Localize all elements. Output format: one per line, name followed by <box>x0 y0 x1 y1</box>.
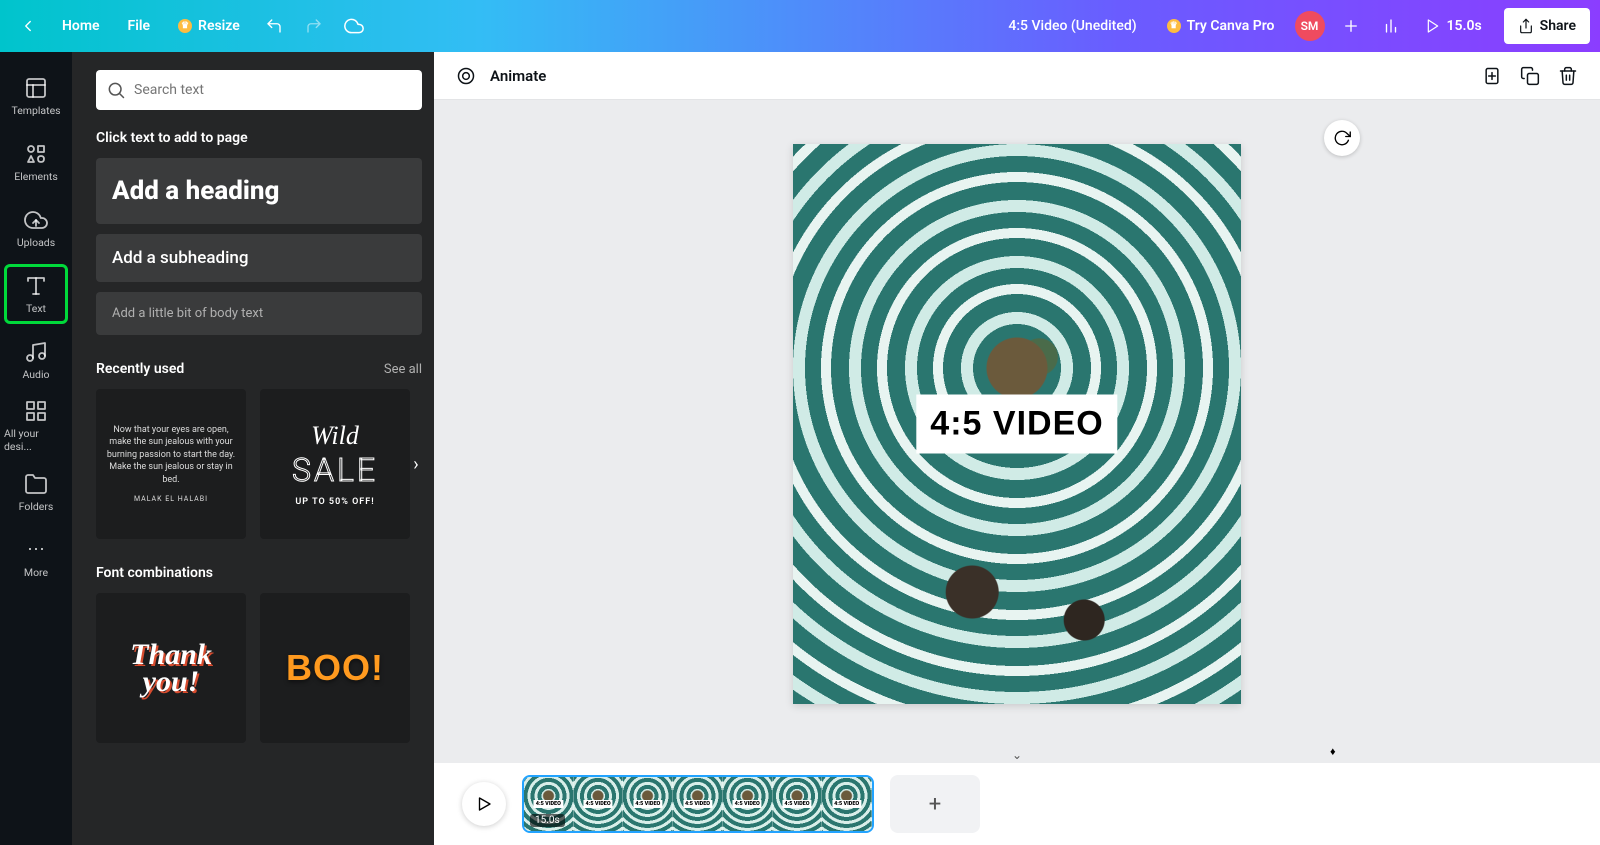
search-icon <box>106 80 126 100</box>
file-menu[interactable]: File <box>116 8 163 44</box>
sale-big: SALE <box>292 451 378 489</box>
add-collaborator-button[interactable] <box>1333 8 1369 44</box>
back-button[interactable] <box>10 8 46 44</box>
insights-button[interactable] <box>1373 8 1409 44</box>
more-icon: ⋯ <box>24 538 48 562</box>
crown-icon: ♛ <box>178 19 192 33</box>
text-panel: Click text to add to page Add a heading … <box>72 52 434 845</box>
context-toolbar: Animate <box>434 52 1600 100</box>
clip-frame: 4:5 VIDEO <box>673 777 723 831</box>
crown-icon: ♛ <box>1167 19 1181 33</box>
animate-icon[interactable] <box>452 62 480 90</box>
rail-templates[interactable]: Templates <box>4 66 68 126</box>
play-button[interactable] <box>462 782 506 826</box>
recent-next-button[interactable]: › <box>404 444 428 484</box>
duplicate-page-button[interactable] <box>1516 62 1544 90</box>
recent-row: Now that your eyes are open, make the su… <box>96 389 422 539</box>
rail-templates-label: Templates <box>11 104 60 117</box>
rail-all-designs-label: All your desi... <box>4 427 68 453</box>
delete-page-button[interactable] <box>1554 62 1582 90</box>
canvas[interactable]: 4:5 VIDEO <box>793 144 1241 704</box>
share-label: Share <box>1540 18 1576 34</box>
side-rail: Templates Elements Uploads Text Audio Al… <box>0 52 72 845</box>
timeline-collapse-bar: ♦ ⌄ <box>434 747 1600 763</box>
try-pro-button[interactable]: ♛ Try Canva Pro <box>1155 8 1287 44</box>
rail-uploads[interactable]: Uploads <box>4 198 68 258</box>
clip-duration-label: 15.0s <box>530 814 565 827</box>
rail-audio-label: Audio <box>22 368 49 381</box>
add-heading-button[interactable]: Add a heading <box>96 158 422 224</box>
add-body-button[interactable]: Add a little bit of body text <box>96 292 422 335</box>
rail-folders[interactable]: Folders <box>4 462 68 522</box>
font-combo-row: Thank you! BOO! <box>96 593 422 743</box>
sale-cursive: Wild <box>311 421 359 451</box>
user-avatar[interactable]: SM <box>1295 11 1325 41</box>
rail-folders-label: Folders <box>19 500 54 513</box>
rail-elements[interactable]: Elements <box>4 132 68 192</box>
sale-sub: UP TO 50% OFF! <box>295 497 374 507</box>
share-button[interactable]: Share <box>1504 8 1590 44</box>
redo-button[interactable] <box>296 8 332 44</box>
rail-more-label: More <box>24 566 48 579</box>
cloud-sync-icon[interactable] <box>336 8 372 44</box>
timeline: 4:5 VIDEO 4:5 VIDEO 4:5 VIDEO 4:5 VIDEO … <box>434 763 1600 845</box>
click-hint-label: Click text to add to page <box>96 130 422 146</box>
duration-label: 15.0s <box>1447 18 1482 34</box>
recently-used-title: Recently used <box>96 361 184 377</box>
topbar: Home File ♛ Resize 4:5 Video (Unedited) … <box>0 0 1600 52</box>
document-title[interactable]: 4:5 Video (Unedited) <box>994 18 1150 34</box>
rail-audio[interactable]: Audio <box>4 330 68 390</box>
rail-text-label: Text <box>26 302 46 315</box>
home-button[interactable]: Home <box>50 8 112 44</box>
font-combo-thankyou[interactable]: Thank you! <box>96 593 246 743</box>
search-text-input[interactable] <box>96 70 422 110</box>
canvas-text-label[interactable]: 4:5 VIDEO <box>916 394 1117 453</box>
font-combos-title: Font combinations <box>96 565 213 581</box>
recent-template-sale[interactable]: Wild SALE UP TO 50% OFF! <box>260 389 410 539</box>
clip-frame: 4:5 VIDEO <box>623 777 673 831</box>
resize-button[interactable]: ♛ Resize <box>166 8 252 44</box>
clip-frame: 4:5 VIDEO <box>822 777 872 831</box>
playhead-marker-icon[interactable]: ♦ <box>1330 745 1336 758</box>
preview-duration-button[interactable]: 15.0s <box>1413 8 1494 44</box>
editor-area: Animate 4:5 VIDEO ♦ ⌄ <box>434 52 1600 845</box>
add-scene-button[interactable]: + <box>890 775 980 833</box>
undo-button[interactable] <box>256 8 292 44</box>
search-text-field[interactable] <box>134 82 412 98</box>
resize-label: Resize <box>198 18 240 34</box>
quote-text: Now that your eyes are open, make the su… <box>106 424 236 487</box>
try-pro-label: Try Canva Pro <box>1187 18 1275 34</box>
clip-frame: 4:5 VIDEO <box>723 777 773 831</box>
rail-all-designs[interactable]: All your desi... <box>4 396 68 456</box>
rail-elements-label: Elements <box>14 170 58 183</box>
clip-frame: 4:5 VIDEO <box>574 777 624 831</box>
regenerate-button[interactable] <box>1324 120 1360 156</box>
canvas-wrap[interactable]: 4:5 VIDEO <box>434 100 1600 747</box>
animate-label[interactable]: Animate <box>490 67 546 85</box>
rail-text[interactable]: Text <box>4 264 68 324</box>
recent-template-quote[interactable]: Now that your eyes are open, make the su… <box>96 389 246 539</box>
rail-uploads-label: Uploads <box>17 236 55 249</box>
quote-author: MALAK EL HALABI <box>134 495 208 505</box>
collapse-timeline-button[interactable]: ⌄ <box>1012 748 1022 762</box>
timeline-clip[interactable]: 4:5 VIDEO 4:5 VIDEO 4:5 VIDEO 4:5 VIDEO … <box>522 775 874 833</box>
rail-more[interactable]: ⋯ More <box>4 528 68 588</box>
add-page-button[interactable] <box>1478 62 1506 90</box>
add-subheading-button[interactable]: Add a subheading <box>96 234 422 282</box>
font-combo-boo[interactable]: BOO! <box>260 593 410 743</box>
see-all-recent-link[interactable]: See all <box>384 362 422 377</box>
clip-frame: 4:5 VIDEO <box>773 777 823 831</box>
